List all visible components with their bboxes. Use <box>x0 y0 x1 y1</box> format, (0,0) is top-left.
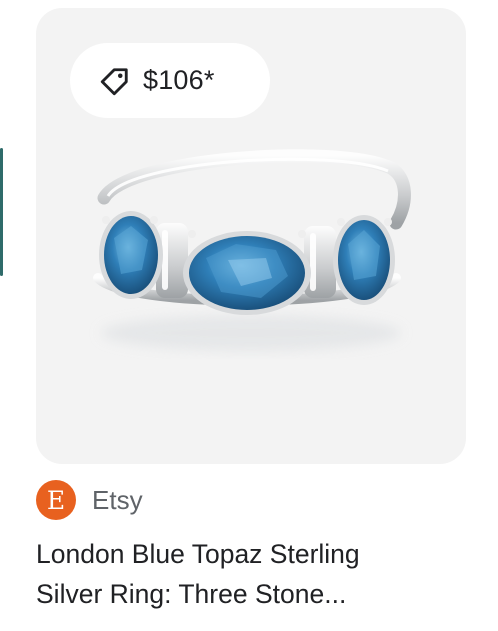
merchant-source[interactable]: E Etsy <box>36 480 143 520</box>
product-image-card[interactable]: $106* <box>36 8 466 464</box>
etsy-logo-icon: E <box>36 480 76 520</box>
price-badge[interactable]: $106* <box>70 43 270 118</box>
merchant-name: Etsy <box>92 484 143 515</box>
adjacent-card-edge <box>0 148 3 276</box>
product-title-line: Silver Ring: Three Stone... <box>36 579 347 609</box>
price-label: $106* <box>143 65 215 95</box>
price-tag-icon <box>100 67 128 95</box>
product-title[interactable]: London Blue Topaz Sterling Silver Ring: … <box>36 534 476 614</box>
product-title-line: London Blue Topaz Sterling <box>36 539 360 569</box>
